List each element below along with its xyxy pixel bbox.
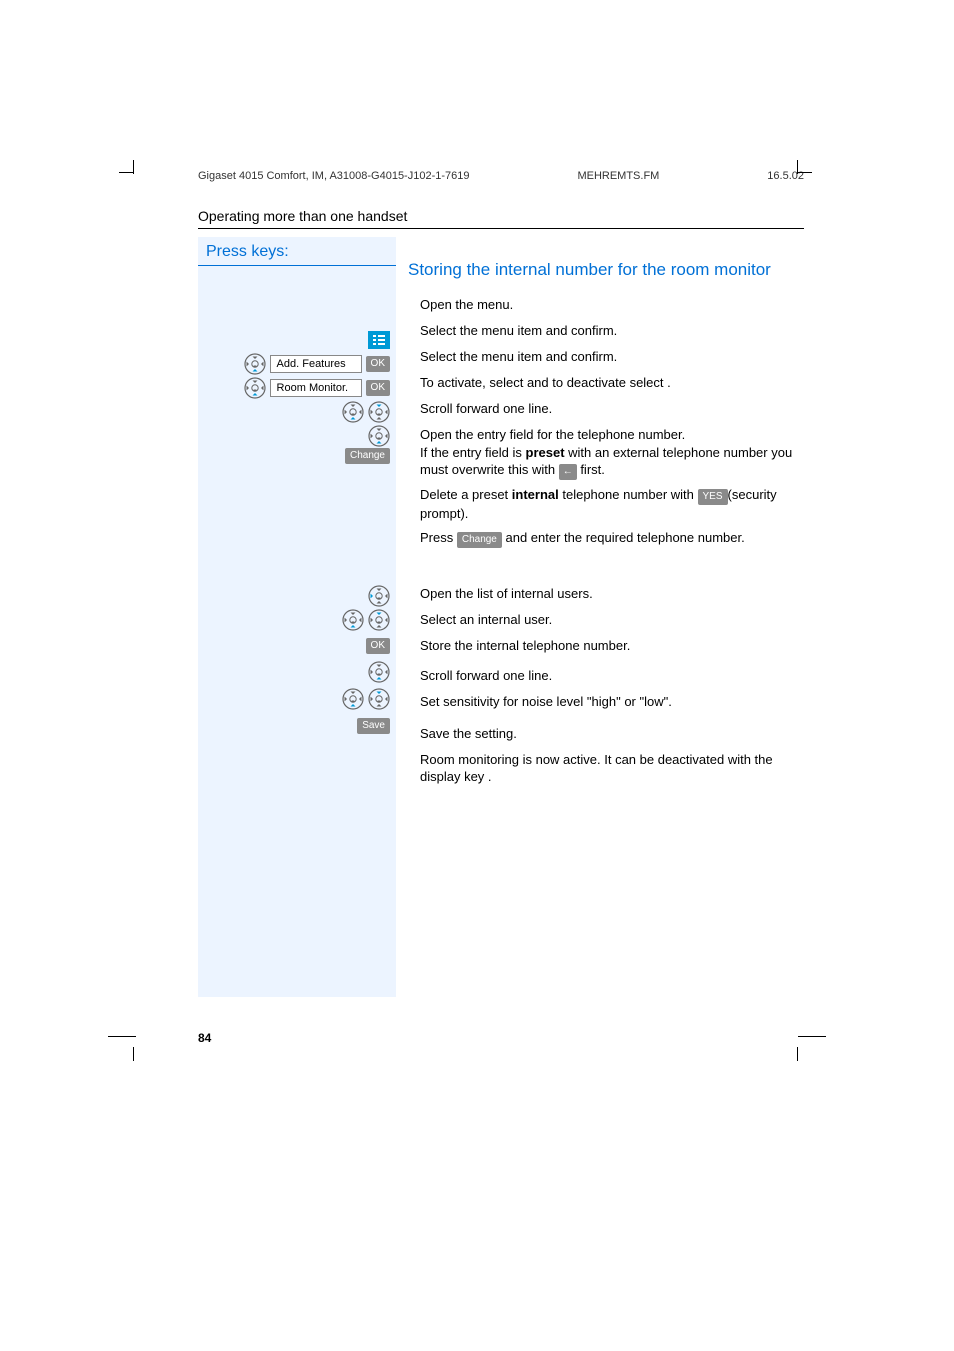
page-number: 84 — [198, 1031, 804, 1045]
step-key-scroll — [198, 424, 396, 448]
step-key-store: OK — [198, 632, 396, 660]
instr-l8-pre: Press — [420, 530, 457, 545]
horizontal-rule — [198, 228, 804, 229]
backspace-icon: ← — [559, 464, 577, 480]
dpad-down-icon — [368, 425, 390, 447]
crop-mark — [797, 160, 798, 174]
instr-activate: To activate, select and to deactivate se… — [408, 372, 804, 398]
crop-mark — [798, 172, 812, 173]
menu-item-room-monitor: Room Monitor. — [270, 379, 362, 397]
dpad-down-icon — [342, 609, 364, 631]
step-key-room-monitor: Room Monitor. OK — [198, 376, 396, 400]
instr-select2: Select the menu item and confirm. — [408, 346, 804, 372]
crop-mark — [119, 172, 133, 173]
header-left: Gigaset 4015 Comfort, IM, A31008-G4015-J… — [198, 170, 470, 182]
dpad-up-icon — [368, 688, 390, 710]
instr-l6a: Open the entry field for the telephone n… — [420, 427, 685, 442]
instr-select1: Select the menu item and confirm. — [408, 320, 804, 346]
dpad-down-icon — [244, 377, 266, 399]
step-key-add-features: Add. Features OK — [198, 352, 396, 376]
ok-button: OK — [366, 380, 390, 396]
right-column: Storing the internal number for the room… — [396, 237, 804, 997]
ok-button: OK — [366, 638, 390, 654]
crop-mark — [133, 1047, 134, 1061]
menu-item-add-features: Add. Features — [270, 355, 362, 373]
instr-open-menu: Open the menu. — [408, 294, 804, 320]
instr-save: Save the setting. — [408, 723, 804, 745]
instr-store: Store the internal telephone number. — [408, 635, 804, 665]
section-title: Operating more than one handset — [198, 208, 804, 224]
left-column: Press keys: Add. Features OK Room Monito… — [198, 237, 396, 997]
instr-l6b-pre: If the entry field is — [420, 445, 526, 460]
step-key-sensitivity — [198, 684, 396, 714]
step-key-select-user — [198, 608, 396, 632]
instr-press-change: Press Change and enter the required tele… — [408, 527, 804, 563]
dpad-down-icon — [342, 688, 364, 710]
content-columns: Press keys: Add. Features OK Room Monito… — [198, 237, 804, 997]
step-key-open-users — [198, 584, 396, 608]
instr-l7-pre: Delete a preset — [420, 487, 512, 502]
dpad-down-icon — [342, 401, 364, 423]
ok-button: OK — [366, 356, 390, 372]
crop-mark — [798, 1036, 826, 1037]
document-page: Gigaset 4015 Comfort, IM, A31008-G4015-J… — [0, 0, 954, 1105]
instr-active: Room monitoring is now active. It can be… — [408, 749, 804, 786]
change-button-inline: Change — [457, 532, 502, 548]
instr-sensitivity: Set sensitivity for noise level "high" o… — [408, 691, 804, 723]
press-keys-heading: Press keys: — [198, 237, 396, 266]
instr-change-block: Open the entry field for the telephone n… — [408, 424, 804, 480]
yes-button: YES — [698, 489, 728, 505]
instr-l7-post: telephone number with — [559, 487, 698, 502]
instr-l6b-bold: preset — [526, 445, 565, 460]
instr-select-user: Select an internal user. — [408, 609, 804, 635]
instr-scroll: Scroll forward one line. — [408, 398, 804, 424]
step-key-activate — [198, 400, 396, 424]
change-button: Change — [345, 448, 390, 464]
menu-icon — [368, 331, 390, 349]
step-key-save: Save — [198, 714, 396, 738]
crop-mark — [133, 160, 134, 174]
subsection-title: Storing the internal number for the room… — [408, 259, 804, 280]
dpad-down-icon — [368, 661, 390, 683]
save-button: Save — [357, 718, 390, 734]
running-header: Gigaset 4015 Comfort, IM, A31008-G4015-J… — [198, 170, 804, 182]
instr-open-users: Open the list of internal users. — [408, 583, 804, 609]
instr-delete-preset: Delete a preset internal telephone numbe… — [408, 484, 804, 523]
step-key-change: Change — [198, 448, 396, 564]
instr-l6b-end: first. — [577, 462, 605, 477]
dpad-up-icon — [368, 609, 390, 631]
crop-mark — [108, 1036, 136, 1037]
step-key-menu — [198, 328, 396, 352]
dpad-left-icon — [368, 585, 390, 607]
step-key-scroll2 — [198, 660, 396, 684]
crop-mark — [797, 1047, 798, 1061]
header-center: MEHREMTS.FM — [577, 170, 659, 182]
instr-scroll2: Scroll forward one line. — [408, 665, 804, 691]
dpad-up-icon — [368, 401, 390, 423]
instr-l8-post: and enter the required telephone number. — [502, 530, 745, 545]
instr-l7-bold: internal — [512, 487, 559, 502]
dpad-down-icon — [244, 353, 266, 375]
